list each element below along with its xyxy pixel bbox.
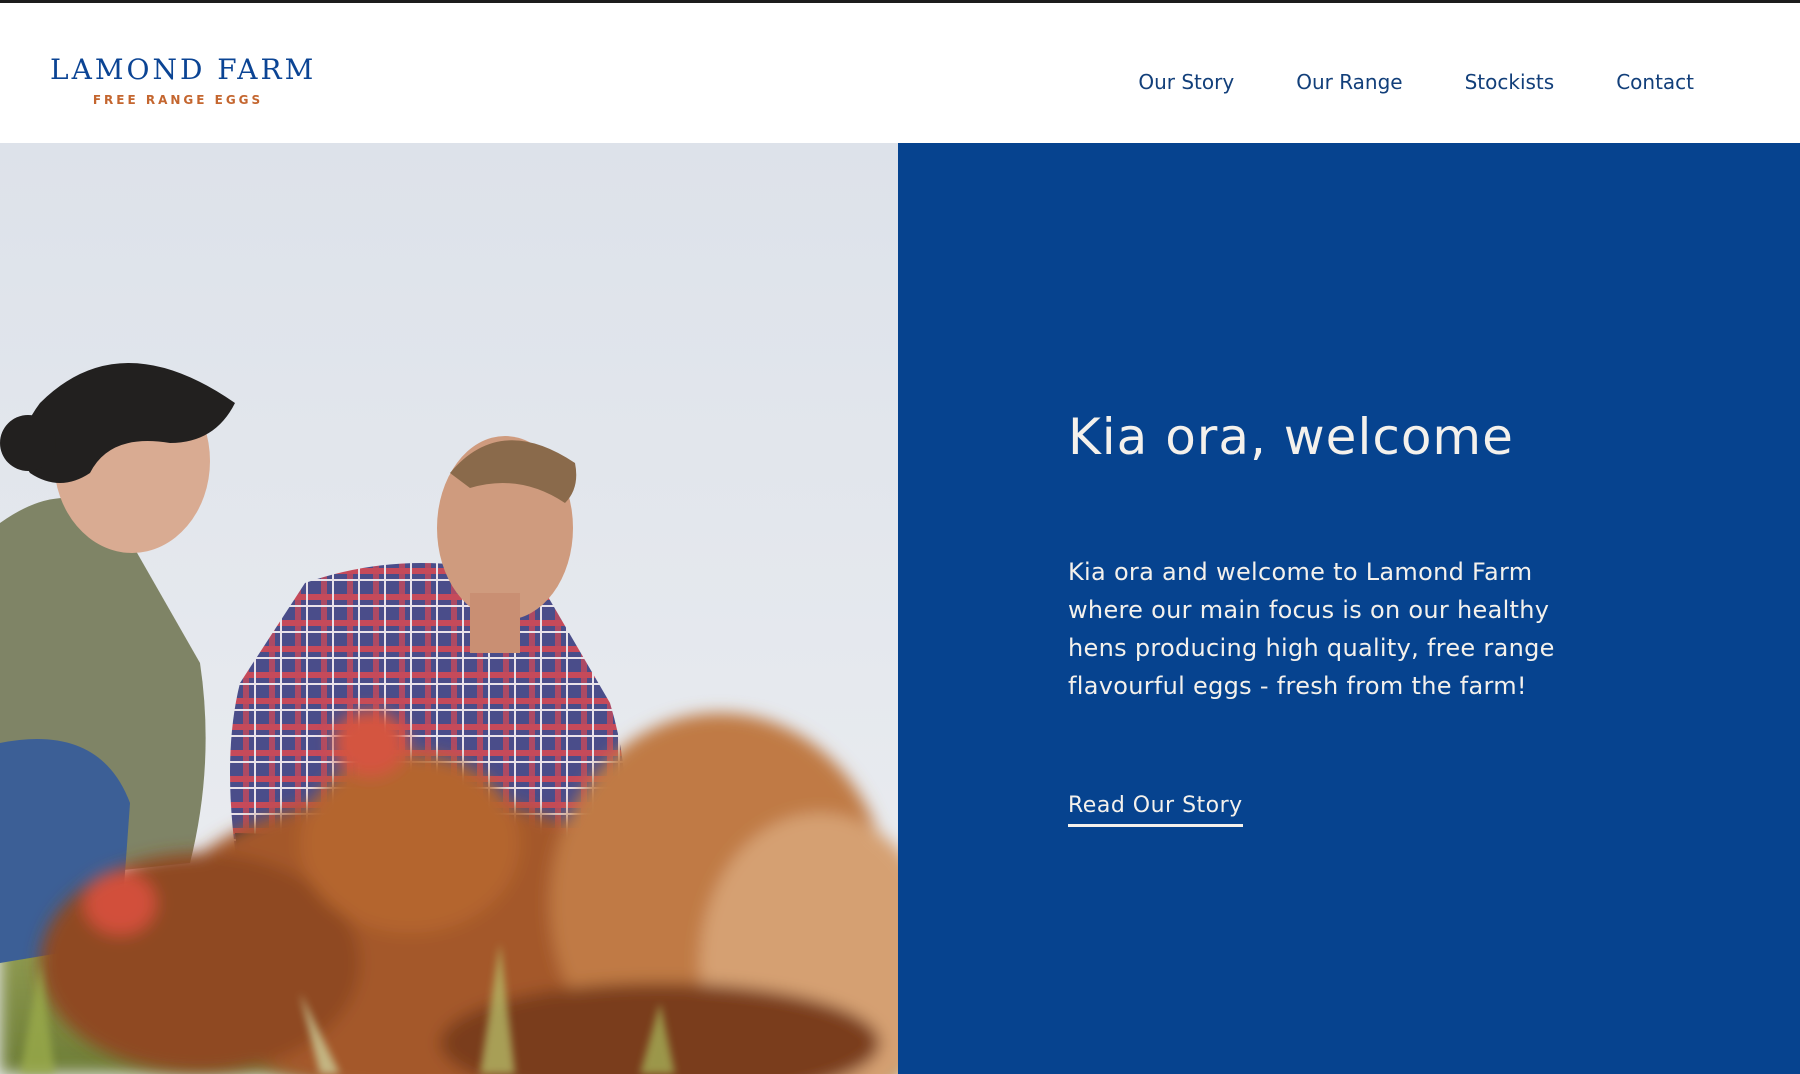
hero-photo xyxy=(0,143,898,1074)
nav-item-our-story[interactable]: Our Story xyxy=(1138,69,1234,95)
read-our-story-link[interactable]: Read Our Story xyxy=(1068,793,1243,827)
main-nav: Our Story Our Range Stockists Contact xyxy=(1138,69,1694,95)
page: LAMOND FARM FREE RANGE EGGS Our Story Ou… xyxy=(0,0,1800,1074)
logo-title: LAMOND FARM xyxy=(50,53,317,86)
hero-panel: Kia ora, welcome Kia ora and welcome to … xyxy=(898,143,1800,1074)
site-header: LAMOND FARM FREE RANGE EGGS Our Story Ou… xyxy=(0,3,1800,143)
farmers-with-hens-illustration xyxy=(0,143,898,1074)
hero-heading: Kia ora, welcome xyxy=(1068,408,1514,466)
nav-item-our-range[interactable]: Our Range xyxy=(1296,69,1402,95)
logo-link[interactable]: LAMOND FARM FREE RANGE EGGS xyxy=(50,53,317,107)
logo-tagline: FREE RANGE EGGS xyxy=(92,93,264,107)
nav-item-contact[interactable]: Contact xyxy=(1616,69,1694,95)
hero-body-text: Kia ora and welcome to Lamond Farm where… xyxy=(1068,558,1555,700)
nav-item-stockists[interactable]: Stockists xyxy=(1465,69,1555,95)
